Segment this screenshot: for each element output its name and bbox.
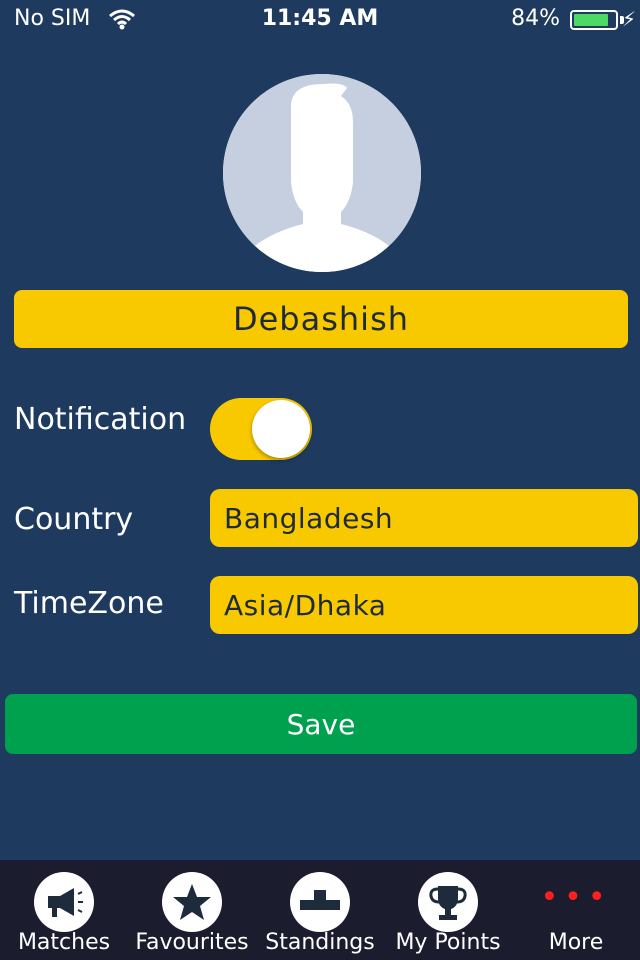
battery-percent: 84% bbox=[511, 6, 560, 31]
country-label: Country bbox=[14, 502, 134, 537]
charging-bolt-icon: ⚡ bbox=[621, 7, 636, 31]
megaphone-icon bbox=[34, 872, 94, 932]
country-field[interactable]: Bangladesh bbox=[210, 489, 638, 547]
timezone-label: TimeZone bbox=[14, 586, 164, 621]
podium-icon bbox=[290, 872, 350, 932]
tab-label: Standings bbox=[265, 930, 375, 955]
profile-avatar[interactable] bbox=[223, 74, 421, 272]
battery-icon bbox=[570, 10, 618, 30]
tab-bar: Matches Favourites Standings My Points •… bbox=[0, 860, 640, 960]
tab-my-points[interactable]: My Points bbox=[384, 860, 512, 960]
battery-fill bbox=[574, 14, 608, 26]
status-bar: No SIM 11:45 AM 84% ⚡ bbox=[0, 0, 640, 40]
notification-label: Notification bbox=[14, 402, 187, 437]
timezone-field[interactable]: Asia/Dhaka bbox=[210, 576, 638, 634]
tab-label: Matches bbox=[17, 930, 111, 955]
person-silhouette-icon bbox=[223, 74, 421, 272]
tab-label: Favourites bbox=[135, 930, 249, 955]
tab-label: More bbox=[548, 930, 604, 955]
trophy-icon bbox=[418, 872, 478, 932]
tab-standings[interactable]: Standings bbox=[256, 860, 384, 960]
notification-toggle[interactable] bbox=[210, 398, 312, 460]
star-icon bbox=[162, 872, 222, 932]
tab-label: My Points bbox=[395, 930, 501, 955]
toggle-knob bbox=[252, 400, 310, 458]
save-button[interactable]: Save bbox=[5, 694, 637, 754]
profile-name[interactable]: Debashish bbox=[14, 290, 628, 348]
tab-more[interactable]: ••• More bbox=[512, 860, 640, 960]
more-dots-icon: ••• bbox=[540, 880, 612, 915]
tab-matches[interactable]: Matches bbox=[0, 860, 128, 960]
tab-favourites[interactable]: Favourites bbox=[128, 860, 256, 960]
